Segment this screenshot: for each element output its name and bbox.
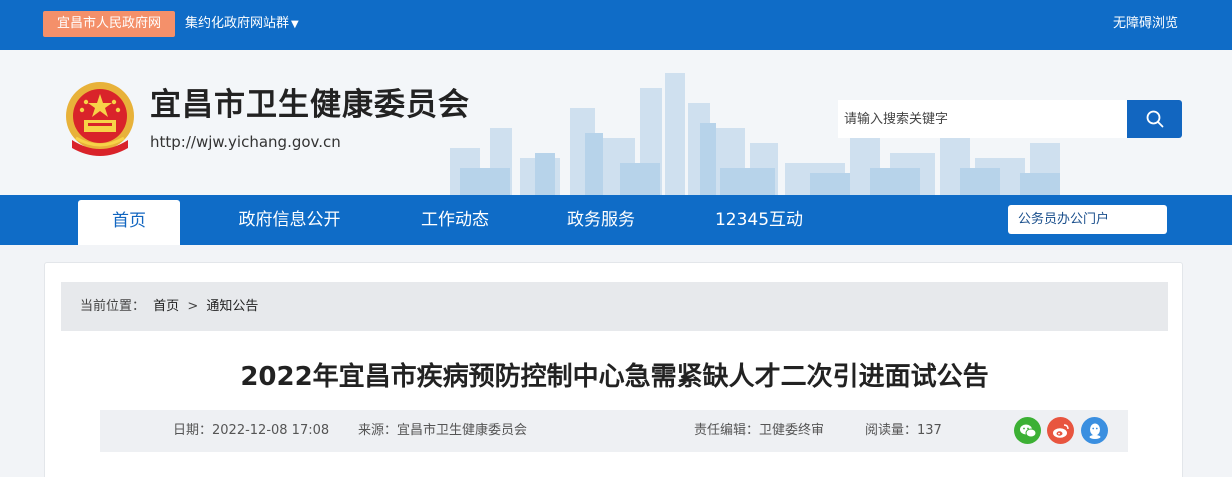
top-bar: 宜昌市人民政府网 集约化政府网站群 ▼ 无障碍浏览 [0,0,1232,50]
breadcrumb-current[interactable]: 通知公告 [206,299,258,314]
article-editor: 责任编辑：卫健委终审 [694,423,825,438]
search-icon [1146,110,1163,128]
wechat-icon [1019,424,1036,437]
article-source: 来源：宜昌市卫生健康委员会 [358,423,528,438]
site-group-dropdown[interactable]: 集约化政府网站群 ▼ [185,15,299,34]
nav-item-work-news[interactable]: 工作动态 [405,195,505,245]
wechat-share-button[interactable] [1014,417,1041,444]
main-nav: 首页 政府信息公开 工作动态 政务服务 12345互动 公务员办公门户 [0,195,1232,245]
qq-icon [1089,423,1100,439]
breadcrumb-separator: > [187,299,199,314]
search-button[interactable] [1127,100,1182,138]
weibo-icon [1052,423,1069,438]
breadcrumb-label: 当前位置： [80,299,146,314]
nav-item-home[interactable]: 首页 [78,200,180,245]
site-group-label: 集约化政府网站群 [185,16,290,31]
site-title: 宜昌市卫生健康委员会 [150,87,470,123]
site-url: http://wjw.yichang.gov.cn [150,133,341,151]
nav-item-gov-services[interactable]: 政务服务 [552,195,650,245]
breadcrumb: 当前位置： 首页 > 通知公告 [61,282,1168,331]
civil-servant-portal-link[interactable]: 公务员办公门户 [1008,205,1167,234]
nav-item-gov-info[interactable]: 政府信息公开 [222,195,357,245]
breadcrumb-home[interactable]: 首页 [153,299,179,314]
article-views: 阅读量：137 [865,423,942,438]
gov-site-link[interactable]: 宜昌市人民政府网 [43,11,175,37]
caret-down-icon: ▼ [291,19,299,30]
site-header: 宜昌市卫生健康委员会 http://wjw.yichang.gov.cn [0,50,1232,195]
article-title: 2022年宜昌市疾病预防控制中心急需紧缺人才二次引进面试公告 [240,362,989,392]
national-emblem-logo [66,82,134,156]
weibo-share-button[interactable] [1047,417,1074,444]
nav-item-12345[interactable]: 12345互动 [700,195,818,245]
article-meta-bar: 日期：2022-12-08 17:08 来源：宜昌市卫生健康委员会 责任编辑：卫… [100,410,1128,452]
search-input[interactable] [838,100,1128,138]
article-date: 日期：2022-12-08 17:08 [173,423,330,438]
accessibility-link[interactable]: 无障碍浏览 [1113,15,1178,33]
qq-share-button[interactable] [1081,417,1108,444]
article-panel: 当前位置： 首页 > 通知公告 2022年宜昌市疾病预防控制中心急需紧缺人才二次… [44,262,1183,477]
search-bar [838,100,1182,138]
